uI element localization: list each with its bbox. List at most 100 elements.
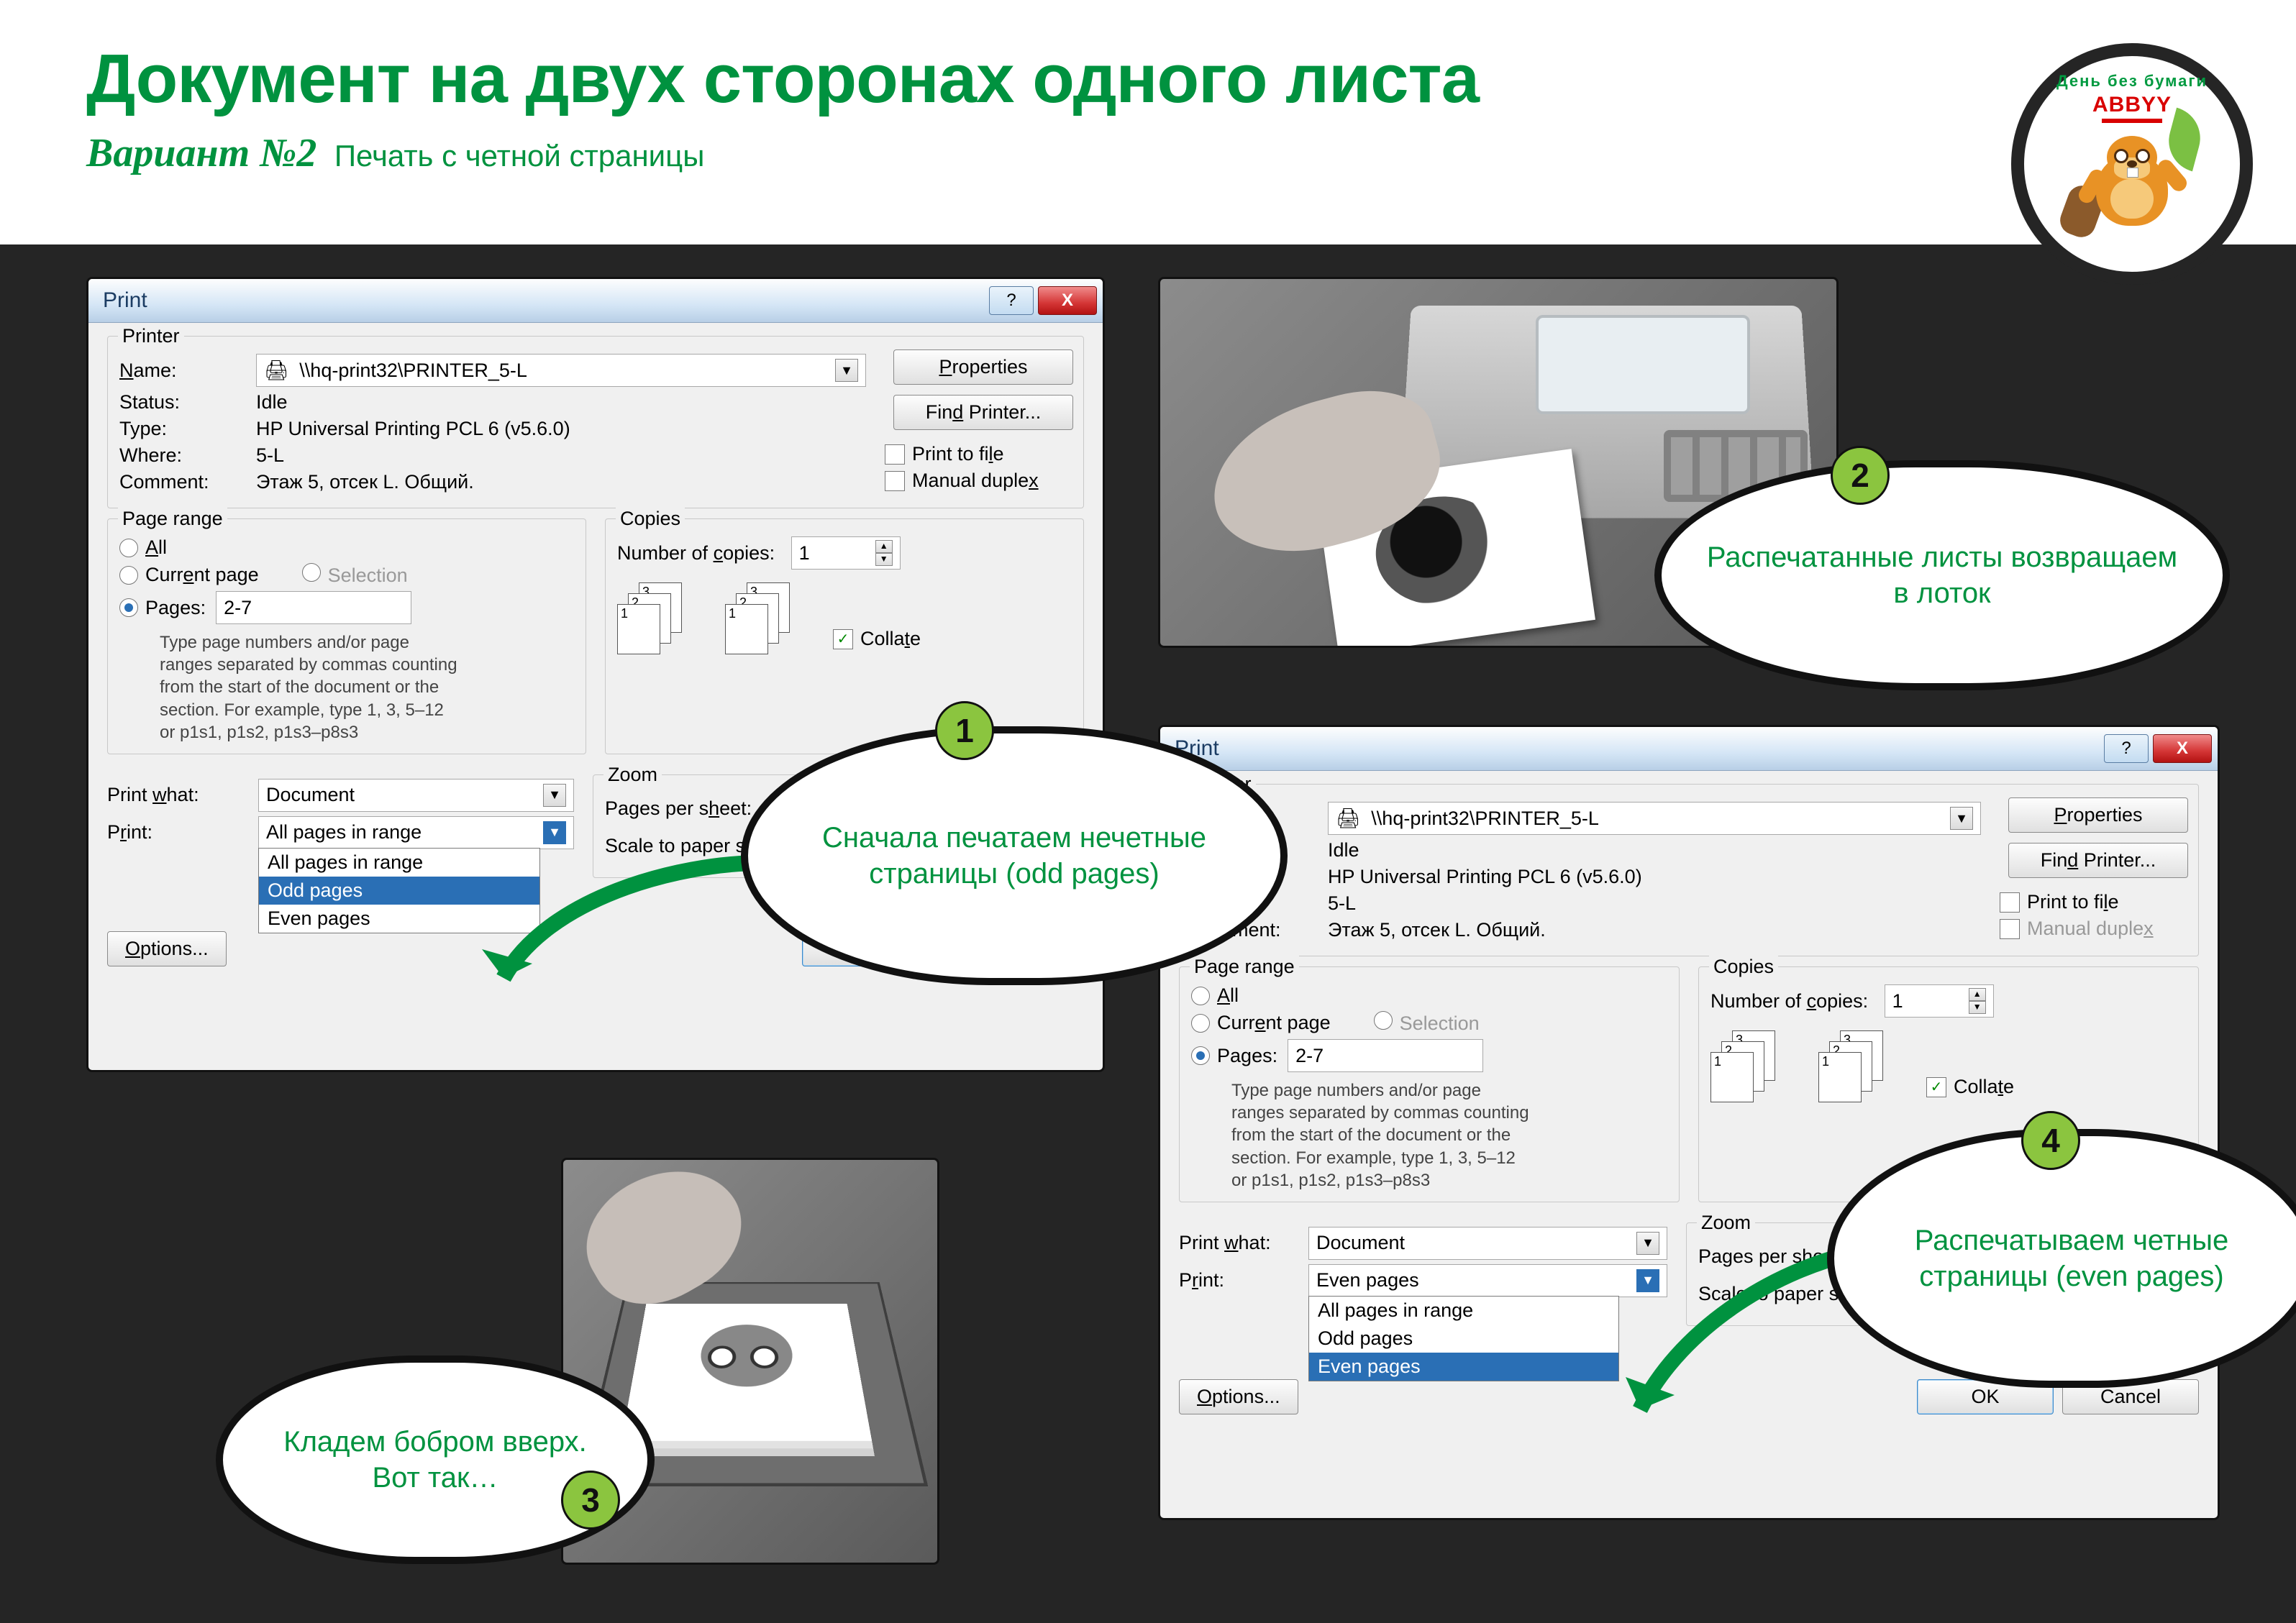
spin-down-icon[interactable]: ▼	[875, 553, 893, 566]
numcopies-value: 1	[799, 542, 810, 564]
dropdown-arrow-icon[interactable]: ▼	[543, 784, 566, 807]
radio-current[interactable]	[1191, 1014, 1210, 1033]
options-button[interactable]: Options...	[107, 931, 227, 966]
radio-all[interactable]	[119, 539, 138, 557]
close-button[interactable]: X	[1038, 286, 1097, 315]
status-label: Status:	[119, 391, 256, 413]
pages-note: Type page numbers and/or page ranges sep…	[1231, 1079, 1534, 1192]
printwhat-combo[interactable]: Document ▼	[258, 779, 574, 812]
print-value: All pages in range	[266, 821, 422, 843]
radio-selection-label: Selection	[1400, 1012, 1480, 1034]
collate-label: Collate	[1954, 1076, 2014, 1098]
print-label: Print:	[107, 821, 258, 843]
radio-selection	[302, 563, 321, 582]
printer-name-combo[interactable]: 🖨 \\hq-print32\PRINTER_5-L ▼	[256, 354, 866, 387]
options-button[interactable]: Options...	[1179, 1379, 1298, 1414]
abbyy-logo: ABBYY	[2092, 93, 2172, 117]
print-combo[interactable]: All pages in range ▼	[258, 816, 574, 849]
dialog-title: Print	[103, 288, 985, 313]
numcopies-label: Number of copies:	[617, 542, 775, 564]
dd-option-even[interactable]: Even pages	[1309, 1353, 1618, 1381]
properties-button[interactable]: Properties	[2008, 797, 2188, 833]
titlebar[interactable]: Print ? X	[88, 279, 1103, 323]
help-button[interactable]: ?	[2104, 734, 2149, 763]
radio-all-label: All	[145, 536, 167, 559]
callout-1-text: Сначала печатаем нечетные страницы (odd …	[791, 820, 1237, 892]
radio-all[interactable]	[1191, 987, 1210, 1005]
callout-1: Сначала печатаем нечетные страницы (odd …	[741, 726, 1288, 985]
numcopies-spinner[interactable]: 1▲▼	[1885, 984, 1994, 1018]
collate-checkbox[interactable]: ✓	[1926, 1077, 1946, 1097]
pagerange-legend: Page range	[1190, 956, 1299, 978]
pages-input[interactable]: 2-7	[216, 591, 411, 624]
printer-name-value: \\hq-print32\PRINTER_5-L	[1371, 808, 1599, 830]
radio-pages-label: Pages:	[1217, 1045, 1277, 1067]
printer-icon: 🖨	[264, 359, 288, 382]
badge-arc-text: День без бумаги	[2056, 72, 2208, 91]
pages-note: Type page numbers and/or page ranges sep…	[160, 631, 462, 744]
arrow-1-icon	[460, 856, 777, 1018]
collate-diagram: 321 321 ✓Collate	[1710, 1030, 2187, 1102]
page-title: Документ на двух сторонах одного листа	[86, 43, 2210, 116]
find-printer-button[interactable]: Find Printer...	[893, 395, 1073, 430]
properties-button[interactable]: Properties	[893, 349, 1073, 385]
name-label: Name:	[119, 360, 256, 382]
beaver-badge: День без бумаги ABBYY	[2011, 43, 2253, 285]
print-label: Print:	[1179, 1269, 1308, 1291]
spin-down-icon[interactable]: ▼	[1969, 1001, 1986, 1014]
dropdown-arrow-icon[interactable]: ▼	[1950, 807, 1973, 830]
beaver-icon	[2071, 129, 2193, 229]
copies-legend: Copies	[1709, 956, 1778, 978]
printer-legend: Printer	[118, 325, 184, 347]
radio-current[interactable]	[119, 566, 138, 585]
page: Документ на двух сторонах одного листа В…	[0, 0, 2296, 1623]
manual-duplex-label: Manual duplex	[912, 470, 1039, 492]
pagerange-group: Page range All Current page Selection Pa…	[1179, 966, 1680, 1202]
printwhat-label: Print what:	[107, 784, 258, 806]
numcopies-spinner[interactable]: 1 ▲▼	[791, 536, 901, 570]
step-number-1: 1	[935, 701, 994, 760]
print-to-file-checkbox[interactable]	[2000, 892, 2020, 913]
variant-label: Вариант №2	[86, 131, 316, 175]
manual-duplex-checkbox	[2000, 919, 2020, 939]
header: Документ на двух сторонах одного листа В…	[0, 0, 2296, 205]
manual-duplex-label: Manual duplex	[2027, 918, 2154, 940]
printwhat-label: Print what:	[1179, 1232, 1308, 1254]
abbyy-logo-bar	[2102, 119, 2162, 123]
comment-value: Этаж 5, отсек L. Общий.	[1328, 919, 1546, 941]
spin-up-icon[interactable]: ▲	[875, 540, 893, 553]
printwhat-value: Document	[266, 784, 355, 806]
close-button[interactable]: X	[2153, 734, 2212, 763]
printer-group: Printer Name: 🖨 \\hq-print32\PRINTER_5-L…	[107, 336, 1084, 508]
where-value: 5-L	[256, 444, 284, 467]
radio-selection	[1374, 1011, 1393, 1030]
numcopies-label: Number of copies:	[1710, 990, 1868, 1012]
radio-pages[interactable]	[1191, 1046, 1210, 1065]
radio-current-label: Current page	[1217, 1012, 1331, 1034]
callout-4-text: Распечатываем четные страницы (even page…	[1877, 1222, 2266, 1294]
dropdown-arrow-icon[interactable]: ▼	[835, 359, 858, 382]
type-value: HP Universal Printing PCL 6 (v5.6.0)	[1328, 866, 1642, 888]
step-number-3: 3	[561, 1471, 620, 1530]
spin-up-icon[interactable]: ▲	[1969, 988, 1986, 1001]
dropdown-arrow-icon[interactable]: ▼	[543, 821, 566, 844]
print-to-file-checkbox[interactable]	[885, 444, 905, 465]
zoom-legend: Zoom	[1697, 1212, 1755, 1234]
manual-duplex-checkbox[interactable]	[885, 471, 905, 491]
help-button[interactable]: ?	[989, 286, 1034, 315]
pages-input[interactable]: 2-7	[1288, 1039, 1483, 1072]
callout-3: Кладем бобром вверх. Вот так…	[216, 1355, 655, 1564]
dd-option-odd[interactable]: Odd pages	[1309, 1325, 1618, 1353]
titlebar[interactable]: Print ? X	[1160, 727, 2218, 771]
collate-checkbox[interactable]: ✓	[833, 629, 853, 649]
radio-pages[interactable]	[119, 598, 138, 617]
callout-2: Распечатанные листы возвращаем в лоток	[1654, 460, 2230, 690]
printer-name-combo[interactable]: 🖨 \\hq-print32\PRINTER_5-L▼	[1328, 802, 1981, 835]
collate-label: Collate	[860, 628, 921, 650]
status-value: Idle	[256, 391, 288, 413]
print-dropdown[interactable]: All pages in range Odd pages Even pages	[1308, 1296, 1619, 1381]
status-value: Idle	[1328, 839, 1359, 861]
find-printer-button[interactable]: Find Printer...	[2008, 843, 2188, 878]
dd-option-all[interactable]: All pages in range	[1309, 1297, 1618, 1325]
copies-legend: Copies	[616, 508, 685, 530]
